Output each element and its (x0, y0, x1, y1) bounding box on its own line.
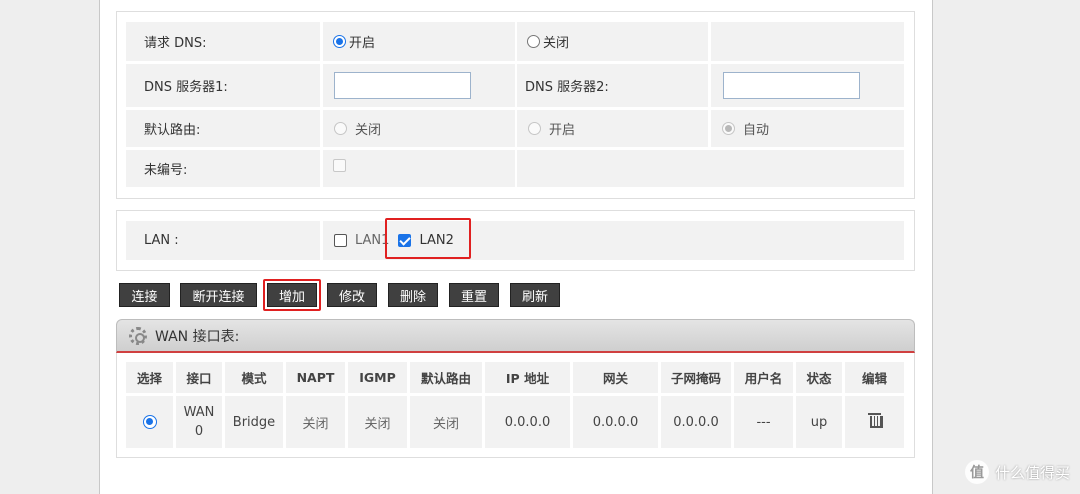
row-mode: Bridge (225, 396, 283, 448)
watermark-text: 什么值得买 (994, 463, 1070, 482)
route-auto-cell: 自动 (711, 110, 904, 147)
col-header-gateway: 网关 (573, 362, 658, 393)
dns-server2-input[interactable] (723, 72, 860, 99)
dns-server1-label-cell: DNS 服务器1: (126, 64, 320, 107)
col-header-ip: IP 地址 (485, 362, 570, 393)
row-mask: 0.0.0.0 (661, 396, 731, 448)
table-row (126, 396, 173, 448)
row-igmp: 关闭 (348, 396, 407, 448)
delete-button[interactable]: 删除 (388, 283, 438, 307)
lan1-checkbox[interactable] (334, 234, 347, 247)
dns-server2-label: DNS 服务器2: (525, 80, 609, 95)
route-auto-option[interactable]: 自动 (722, 119, 769, 138)
route-auto-radio[interactable] (722, 122, 735, 135)
col-header-mode: 模式 (225, 362, 283, 393)
col-header-default-route: 默认路由 (410, 362, 482, 393)
modify-button[interactable]: 修改 (327, 283, 377, 307)
gear-icon (129, 326, 147, 345)
col-header-username: 用户名 (734, 362, 793, 393)
row-interface-line2: 0 (194, 424, 204, 439)
row-ip: 0.0.0.0 (485, 396, 570, 448)
request-dns-off-cell: 关闭 (517, 22, 708, 61)
row-select-radio[interactable] (142, 415, 157, 429)
row-napt: 关闭 (286, 396, 345, 448)
request-dns-off-text: 关闭 (543, 36, 570, 51)
default-route-label-cell: 默认路由: (126, 110, 320, 147)
route-off-option[interactable]: 关闭 (334, 119, 381, 138)
dns-server1-input-cell (323, 64, 515, 107)
watermark-logo: 值 (964, 460, 989, 484)
row-interface-line1: WAN (183, 405, 215, 420)
unnumbered-checkbox[interactable] (333, 159, 346, 172)
row-interface-cell: WAN 0 (176, 396, 222, 448)
route-on-text: 开启 (549, 123, 576, 138)
disconnect-button[interactable]: 断开连接 (180, 283, 257, 307)
col-header-edit: 编辑 (845, 362, 904, 393)
request-dns-off-option[interactable]: 关闭 (527, 32, 569, 51)
unnumbered-checkbox-cell (323, 150, 515, 187)
route-off-text: 关闭 (355, 123, 382, 138)
lan2-highlight-box (385, 218, 471, 259)
default-route-label: 默认路由: (144, 123, 201, 138)
row-edit-cell (845, 396, 904, 448)
col-header-select: 选择 (126, 362, 173, 393)
unnumbered-label-cell: 未编号: (126, 150, 320, 187)
route-on-option[interactable]: 开启 (528, 119, 575, 138)
request-dns-on-cell: 开启 (323, 22, 515, 61)
route-on-radio[interactable] (528, 122, 541, 135)
row-default-route: 关闭 (410, 396, 482, 448)
request-dns-off-radio[interactable] (527, 35, 540, 48)
trash-icon[interactable] (868, 412, 883, 428)
col-header-igmp: IGMP (348, 362, 407, 393)
dns-server1-label: DNS 服务器1: (144, 80, 228, 95)
wan-table-header-bar: WAN 接口表: (116, 319, 915, 353)
empty-cell (711, 22, 904, 61)
request-dns-on-text: 开启 (349, 36, 376, 51)
row-username: --- (734, 396, 793, 448)
dns-server1-input[interactable] (334, 72, 471, 99)
reset-button[interactable]: 重置 (449, 283, 499, 307)
connect-button[interactable]: 连接 (119, 283, 170, 307)
empty-cell (517, 150, 904, 187)
col-header-napt: NAPT (286, 362, 345, 393)
row-status: up (796, 396, 842, 448)
refresh-button[interactable]: 刷新 (510, 283, 560, 307)
col-header-mask: 子网掩码 (661, 362, 731, 393)
request-dns-label-cell: 请求 DNS: (126, 22, 320, 61)
wan-table-title: WAN 接口表: (155, 328, 240, 345)
dns-server2-label-cell: DNS 服务器2: (517, 64, 708, 107)
unnumbered-label: 未编号: (144, 163, 188, 178)
add-highlight-box (263, 279, 321, 311)
request-dns-on-radio[interactable] (333, 35, 346, 48)
watermark: 值 什么值得买 (964, 460, 1070, 484)
lan-label-cell: LAN : (126, 221, 320, 260)
dns-server2-input-cell (711, 64, 904, 107)
route-on-cell: 开启 (517, 110, 708, 147)
lan-label: LAN : (144, 233, 179, 248)
col-header-status: 状态 (796, 362, 842, 393)
row-gateway: 0.0.0.0 (573, 396, 658, 448)
route-off-cell: 关闭 (323, 110, 515, 147)
lan1-option[interactable]: LAN1 (334, 233, 389, 248)
col-header-interface: 接口 (176, 362, 222, 393)
request-dns-on-option[interactable]: 开启 (333, 32, 375, 51)
request-dns-label: 请求 DNS: (144, 36, 207, 51)
route-auto-text: 自动 (743, 123, 770, 138)
route-off-radio[interactable] (334, 122, 347, 135)
